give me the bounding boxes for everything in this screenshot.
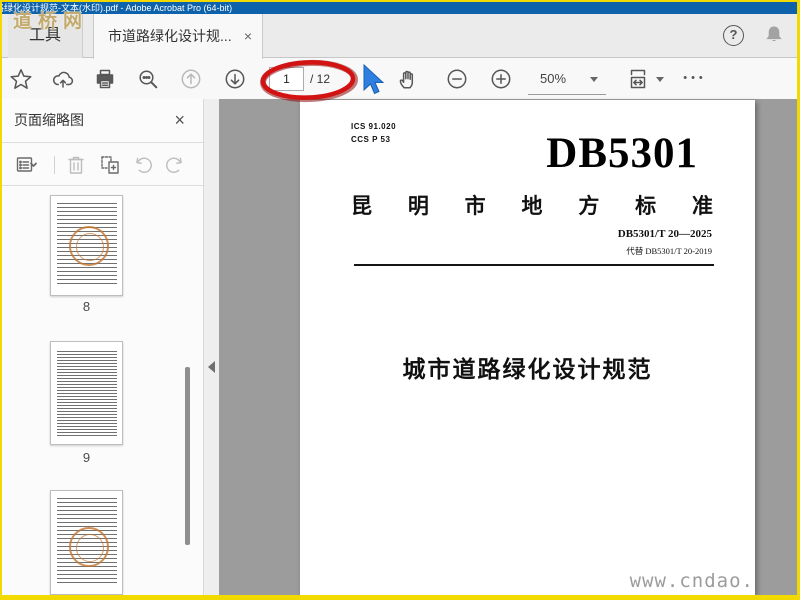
panel-collapse-handle[interactable] bbox=[203, 99, 219, 595]
panel-header: 页面缩略图 × bbox=[2, 99, 203, 143]
screenshot-frame: 路绿化设计规范-文本(水印).pdf - Adobe Acrobat Pro (… bbox=[0, 0, 800, 600]
document-area[interactable]: ICS 91.020 CCS P 53 DB5301 昆明市地方标准 DB530… bbox=[219, 99, 797, 595]
thumbnails-panel: 页面缩略图 × 8 9 bbox=[2, 99, 203, 595]
seal-stamp bbox=[69, 527, 109, 567]
chevron-down-icon bbox=[656, 77, 664, 82]
thumbnail-page-10[interactable] bbox=[50, 490, 123, 595]
extract-page-button[interactable] bbox=[98, 153, 122, 177]
standard-number: DB5301/T 20—2025 bbox=[617, 228, 712, 240]
site-watermark-bottom: www.cndao. bbox=[629, 570, 754, 592]
cloud-upload-icon bbox=[52, 71, 74, 88]
chevron-down-icon bbox=[590, 77, 598, 82]
standard-type-title: 昆明市地方标准 bbox=[351, 194, 713, 218]
delete-page-button[interactable] bbox=[64, 153, 88, 177]
favorites-button[interactable] bbox=[9, 67, 33, 91]
help-button[interactable]: ? bbox=[723, 22, 747, 46]
panel-close-button[interactable]: × bbox=[174, 99, 185, 141]
collapse-left-icon bbox=[208, 361, 215, 373]
ccs-line: CCS P 53 bbox=[351, 135, 391, 144]
rotate-cw-button[interactable] bbox=[162, 153, 186, 177]
thumbnail-page-9[interactable] bbox=[50, 341, 123, 445]
printer-icon bbox=[96, 69, 114, 89]
acrobat-window: 路绿化设计规范-文本(水印).pdf - Adobe Acrobat Pro (… bbox=[2, 2, 797, 595]
arrow-down-circle-icon bbox=[225, 69, 245, 89]
print-button[interactable] bbox=[93, 67, 117, 91]
site-watermark-top: 道桥网 bbox=[13, 11, 89, 32]
minus-circle-icon bbox=[447, 69, 467, 89]
replaces-line: 代替 DB5301/T 20-2019 bbox=[626, 246, 712, 256]
plus-circle-icon bbox=[491, 69, 511, 89]
tab-document[interactable]: 市道路绿化设计规... × bbox=[93, 14, 263, 59]
hand-tool-button[interactable] bbox=[396, 67, 420, 91]
zoom-out-button[interactable] bbox=[445, 67, 469, 91]
share-button[interactable] bbox=[51, 67, 75, 91]
ics-classification: ICS 91.020 CCS P 53 bbox=[351, 120, 396, 146]
tab-close-icon[interactable]: × bbox=[244, 14, 252, 58]
rotate-counterclockwise-icon bbox=[136, 157, 152, 173]
zoom-level-select[interactable]: 50% bbox=[528, 65, 606, 95]
tab-document-label: 市道路绿化设计规... bbox=[108, 28, 232, 44]
rotate-clockwise-icon bbox=[166, 157, 182, 173]
previous-page-button[interactable] bbox=[179, 67, 203, 91]
divider-rule bbox=[354, 264, 714, 266]
toolbar-separator bbox=[54, 156, 55, 174]
search-icon bbox=[139, 70, 158, 89]
search-button[interactable] bbox=[136, 67, 160, 91]
pdf-page: ICS 91.020 CCS P 53 DB5301 昆明市地方标准 DB530… bbox=[300, 100, 755, 595]
seal-stamp bbox=[69, 226, 109, 266]
rotate-ccw-button[interactable] bbox=[132, 153, 156, 177]
panel-title: 页面缩略图 bbox=[14, 112, 84, 128]
fit-width-button[interactable] bbox=[626, 67, 664, 91]
ics-line: ICS 91.020 bbox=[351, 122, 397, 131]
bell-icon bbox=[766, 26, 782, 41]
more-tools-button[interactable]: ••• bbox=[678, 67, 712, 91]
trash-icon bbox=[68, 156, 84, 174]
panel-options-button[interactable] bbox=[14, 153, 38, 177]
fit-width-icon bbox=[630, 69, 646, 89]
thumbnail-page-8[interactable] bbox=[50, 195, 123, 296]
panel-toolbar bbox=[2, 144, 203, 186]
help-icon: ? bbox=[723, 25, 744, 46]
options-list-icon bbox=[16, 157, 37, 172]
notifications-button[interactable] bbox=[762, 22, 786, 46]
tab-bar: 工具 市道路绿化设计规... × ? bbox=[2, 14, 797, 59]
zoom-level-value: 50% bbox=[540, 71, 567, 86]
extract-page-icon bbox=[101, 156, 119, 174]
thumbnail-label: 8 bbox=[82, 299, 91, 314]
thumbnail-label: 9 bbox=[82, 450, 91, 465]
next-page-button[interactable] bbox=[223, 67, 247, 91]
thumbnail-text-preview bbox=[57, 351, 117, 436]
main-toolbar: / 12 50% ••• bbox=[2, 58, 797, 100]
window-titlebar: 路绿化设计规范-文本(水印).pdf - Adobe Acrobat Pro (… bbox=[2, 2, 797, 14]
arrow-up-circle-icon bbox=[181, 69, 201, 89]
page-count-label: / 12 bbox=[310, 72, 331, 86]
standard-code: DB5301 bbox=[546, 130, 698, 177]
zoom-in-button[interactable] bbox=[489, 67, 513, 91]
sidebar-scrollbar[interactable] bbox=[185, 367, 190, 545]
star-icon bbox=[10, 69, 32, 89]
document-title: 城市道路绿化设计规范 bbox=[402, 356, 653, 382]
hand-icon bbox=[399, 70, 414, 89]
page-number-input[interactable] bbox=[269, 67, 304, 91]
